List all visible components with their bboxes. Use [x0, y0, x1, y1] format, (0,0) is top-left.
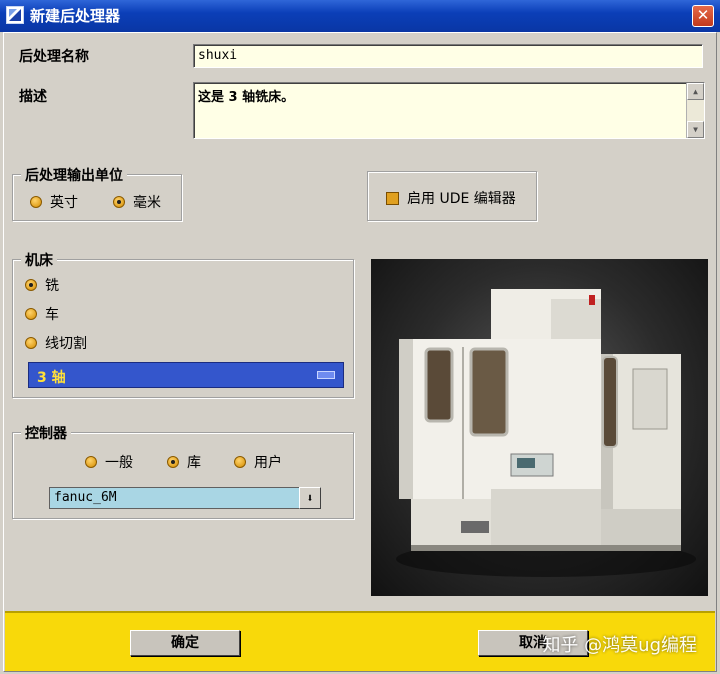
controller-title: 控制器	[21, 423, 71, 443]
output-units-title: 后处理输出单位	[21, 165, 127, 185]
radio-dot-icon	[85, 456, 97, 468]
option-menu-indicator-icon	[317, 371, 335, 379]
machine-mill-radio[interactable]: 铣	[25, 275, 59, 295]
radio-dot-icon	[234, 456, 246, 468]
controller-generic-label: 一般	[105, 455, 133, 471]
machine-title: 机床	[21, 250, 57, 270]
radio-dot-selected-icon	[25, 279, 37, 291]
ok-button[interactable]: 确定	[130, 630, 240, 656]
machine-image	[371, 259, 708, 596]
title-bar: 新建后处理器 ✕	[0, 0, 720, 32]
radio-dot-icon	[30, 196, 42, 208]
axis-mode-value: 3 轴	[37, 370, 66, 386]
description-label: 描述	[19, 89, 47, 105]
checkbox-icon	[386, 191, 399, 205]
ude-checkbox[interactable]: 启用 UDE 编辑器	[386, 188, 516, 208]
post-name-value: shuxi	[198, 48, 238, 63]
app-icon	[6, 6, 24, 24]
dropdown-arrow-icon[interactable]: ⬇	[299, 487, 321, 509]
window-title: 新建后处理器	[30, 7, 121, 25]
axis-mode-option-menu[interactable]: 3 轴	[28, 362, 344, 388]
controller-user-label: 用户	[254, 455, 282, 471]
radio-dot-icon	[25, 337, 37, 349]
post-name-input[interactable]: shuxi	[193, 44, 703, 68]
machine-wedm-radio[interactable]: 线切割	[25, 333, 87, 353]
post-name-label: 后处理名称	[19, 49, 89, 65]
output-units-group: 后处理输出单位 英寸 毫米	[12, 165, 182, 221]
radio-dot-icon	[25, 308, 37, 320]
scroll-up-icon[interactable]: ▲	[687, 83, 704, 100]
ude-label: 启用 UDE 编辑器	[407, 191, 516, 207]
radio-dot-selected-icon	[113, 196, 125, 208]
description-textarea[interactable]: 这是 3 轴铣床。 ▲ ▼	[193, 82, 705, 139]
unit-mm-radio[interactable]: 毫米	[113, 192, 161, 212]
close-button[interactable]: ✕	[692, 5, 714, 27]
controller-value: fanuc_6M	[54, 490, 117, 505]
machine-mill-label: 铣	[45, 278, 59, 294]
controller-select[interactable]: fanuc_6M ⬇	[49, 487, 321, 509]
description-scrollbar[interactable]: ▲ ▼	[686, 83, 704, 138]
controller-library-radio[interactable]: 库	[167, 452, 201, 472]
unit-inch-radio[interactable]: 英寸	[30, 192, 78, 212]
machine-lathe-label: 车	[45, 307, 59, 323]
controller-library-label: 库	[187, 455, 201, 471]
machine-lathe-radio[interactable]: 车	[25, 304, 59, 324]
ude-group: 启用 UDE 编辑器	[367, 171, 537, 221]
footer-bar: 确定 取消 知乎 @鸿莫ug编程	[5, 611, 715, 671]
watermark-text: 知乎 @鸿莫ug编程	[542, 635, 697, 656]
radio-dot-selected-icon	[167, 456, 179, 468]
unit-mm-label: 毫米	[133, 195, 161, 211]
controller-generic-radio[interactable]: 一般	[85, 452, 133, 472]
machine-wedm-label: 线切割	[45, 336, 87, 352]
unit-inch-label: 英寸	[50, 195, 78, 211]
scroll-down-icon[interactable]: ▼	[687, 121, 704, 138]
description-value: 这是 3 轴铣床。	[198, 90, 295, 105]
controller-user-radio[interactable]: 用户	[234, 452, 282, 472]
